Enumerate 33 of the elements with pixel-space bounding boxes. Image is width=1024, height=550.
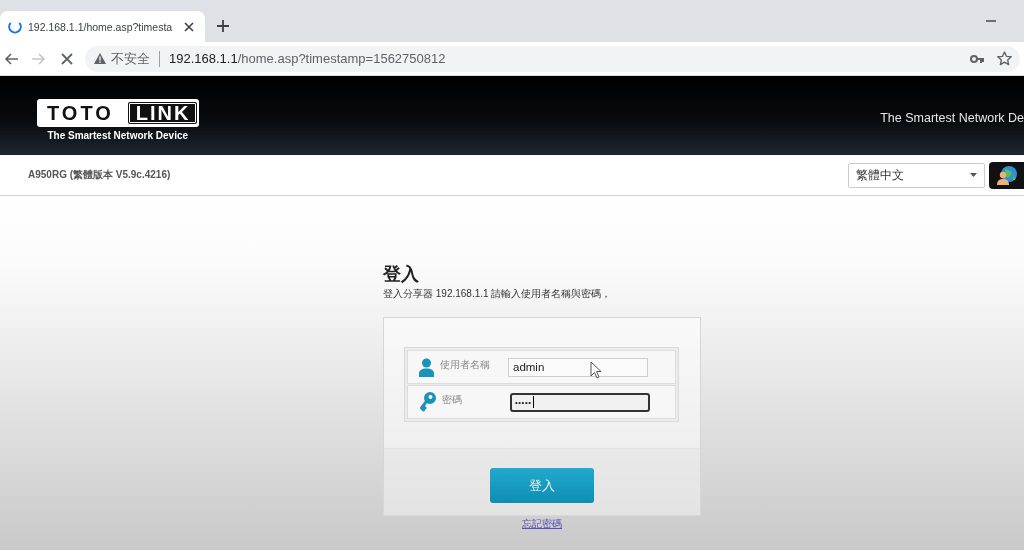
logo-tagline: The Smartest Network Device <box>47 129 189 141</box>
slogan-text: The Smartest Network De <box>880 110 1024 125</box>
close-icon <box>184 21 194 32</box>
forgot-password-link[interactable]: 忘記密碼 <box>522 517 562 531</box>
browser-tab[interactable]: 192.168.1.1/home.asp?timesta <box>0 11 205 42</box>
text-caret-icon <box>532 396 534 408</box>
key-icon <box>419 392 436 412</box>
caret-icon <box>970 173 977 177</box>
model-version-text: A950RG (繁體版本 V5.9c.4216) <box>28 168 171 182</box>
account-button[interactable] <box>989 161 1024 189</box>
logo-text: LINK <box>127 101 197 124</box>
forward-arrow-icon <box>32 52 46 65</box>
plus-icon <box>217 20 229 32</box>
key-icon[interactable] <box>970 54 984 63</box>
address-bar[interactable]: 不安全 192.168.1.1/home.asp?timestamp=1562750812 <box>85 45 1020 72</box>
username-field[interactable]: admin <box>508 357 648 377</box>
security-label: 不安全 <box>111 49 150 68</box>
url-text: 192.168.1.1/home.asp?timestamp=1562750812 <box>169 51 446 66</box>
login-instructions: 登入分享器 192.168.1.1 請輸入使用者名稱與密碼， <box>383 287 613 300</box>
minimize-icon <box>986 20 996 22</box>
close-icon <box>61 52 73 65</box>
login-title: 登入 <box>383 263 420 285</box>
password-field[interactable]: ••••• <box>510 392 650 412</box>
logo-text: TOTO <box>47 101 114 124</box>
warning-icon <box>94 53 106 64</box>
language-select[interactable]: 繁體中文 <box>848 162 985 188</box>
field-label: 使用者名稱 <box>440 358 491 372</box>
back-arrow-icon <box>4 52 18 65</box>
mouse-pointer-icon <box>590 361 602 379</box>
star-icon[interactable] <box>997 51 1012 66</box>
field-label: 密碼 <box>442 393 463 407</box>
person-icon <box>419 357 434 377</box>
user-globe-icon <box>996 165 1018 185</box>
